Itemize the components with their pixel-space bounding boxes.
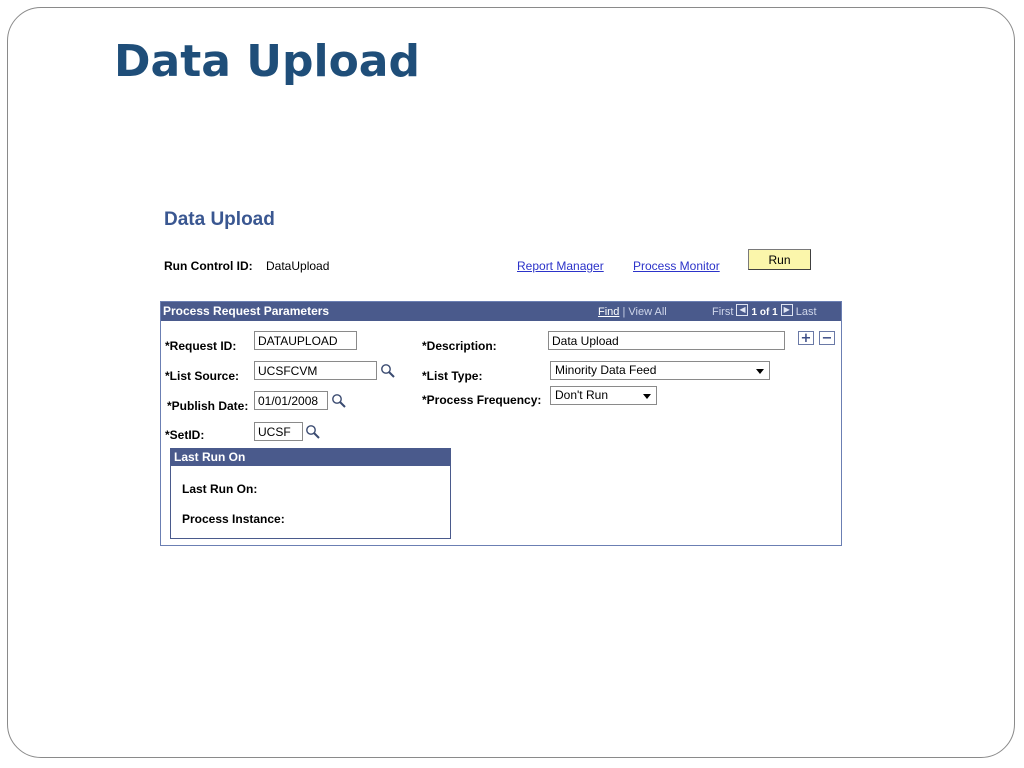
request-id-input[interactable] [254,331,357,350]
publish-date-label: *Publish Date: [167,399,249,413]
list-type-value: Minority Data Feed [555,363,657,377]
description-input[interactable] [548,331,785,350]
request-id-label: *Request ID: [165,339,237,353]
nav-separator: | [622,306,626,318]
setid-label: *SetID: [165,428,205,442]
run-control-label: Run Control ID: [164,259,253,273]
chevron-down-icon [643,394,651,399]
panel-nav-paging: First ◀ 1 of 1 ▶ Last [712,304,817,318]
view-all-link[interactable]: View All [628,306,666,318]
process-frequency-label: *Process Frequency: [422,393,542,407]
description-label: *Description: [422,339,497,353]
list-source-input[interactable] [254,361,377,380]
delete-row-button[interactable]: − [819,331,835,345]
panel-nav-find: Find | View All [598,306,667,318]
add-row-button[interactable]: + [798,331,814,345]
run-button[interactable]: Run [748,249,811,270]
last-link[interactable]: Last [796,306,817,318]
setid-input[interactable] [254,422,303,441]
report-manager-link[interactable]: Report Manager [517,259,604,273]
first-link[interactable]: First [712,306,733,318]
last-run-header: Last Run On [171,449,450,466]
publish-date-input[interactable] [254,391,328,410]
process-monitor-link[interactable]: Process Monitor [633,259,720,273]
list-type-label: *List Type: [422,369,483,383]
last-run-on-label: Last Run On: [182,482,258,496]
process-frequency-select[interactable]: Don't Run [550,386,657,405]
row-count: 1 of 1 [751,307,778,318]
panel-header: Process Request Parameters Find | View A… [161,302,841,321]
process-frequency-value: Don't Run [555,388,608,402]
panel-title: Process Request Parameters [163,304,330,318]
list-source-label: *List Source: [165,369,240,383]
page-heading: Data Upload [164,209,275,230]
last-run-title: Last Run On [174,450,246,464]
publish-date-lookup-icon[interactable] [331,393,347,409]
list-type-select[interactable]: Minority Data Feed [550,361,770,380]
setid-lookup-icon[interactable] [305,424,321,440]
chevron-down-icon [756,369,764,374]
find-link[interactable]: Find [598,306,619,318]
process-instance-label: Process Instance: [182,512,285,526]
slide-title: Data Upload [114,36,420,87]
arrow-right-icon[interactable]: ▶ [780,304,793,317]
list-source-lookup-icon[interactable] [380,363,396,379]
run-control-value: DataUpload [266,259,330,273]
arrow-left-icon[interactable]: ◀ [736,304,749,317]
